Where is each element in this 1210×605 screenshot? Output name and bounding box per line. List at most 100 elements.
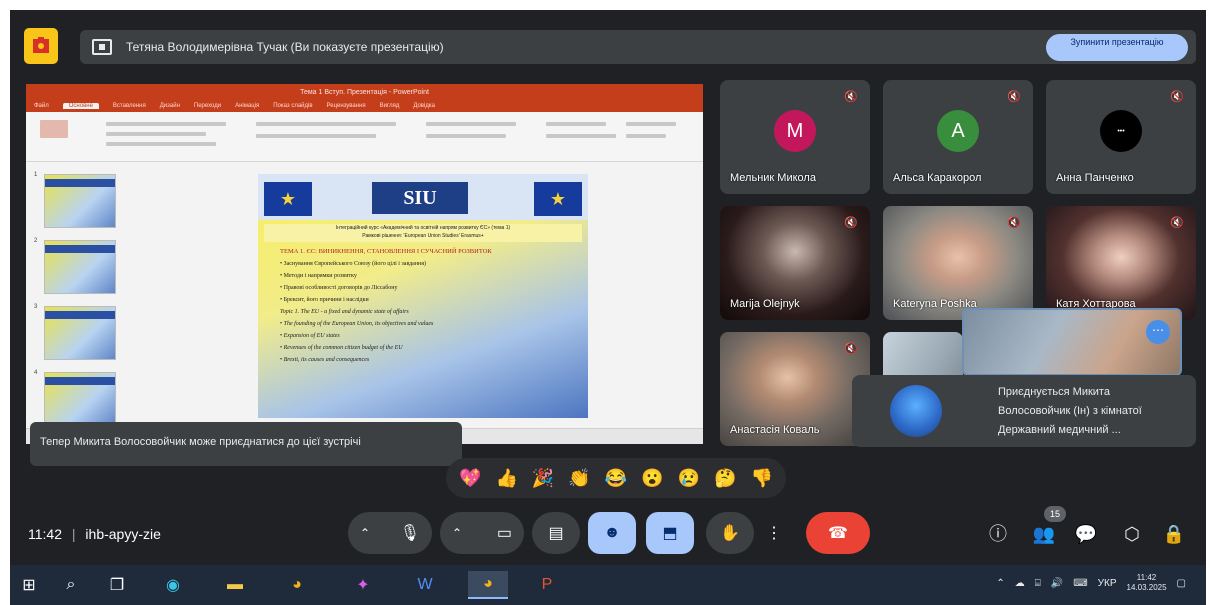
self-view-tile[interactable]: ⋯	[962, 308, 1182, 376]
microphone-control[interactable]: ⌃ 🎙	[348, 512, 432, 554]
party-reaction-icon[interactable]: 🎉	[530, 465, 556, 491]
emoji-button[interactable]: ☻	[588, 512, 636, 554]
copilot-icon[interactable]: ✦	[348, 571, 378, 599]
network-icon[interactable]: ⌸	[1035, 578, 1041, 589]
ppt-tab[interactable]: Рецензування	[327, 103, 366, 109]
search-icon[interactable]: ⌕	[56, 571, 86, 599]
info-icon[interactable]: ⓘ	[984, 520, 1012, 548]
microphone-icon[interactable]: 🎙	[400, 523, 420, 543]
surprised-reaction-icon[interactable]: 😮	[639, 465, 665, 491]
thinking-reaction-icon[interactable]: 🤔	[712, 465, 738, 491]
participant-name: Мельник Микола	[730, 172, 816, 184]
task-view-icon[interactable]: ❐	[102, 571, 132, 599]
ppt-ribbon-tabs: Файл Основне Вставлення Дизайн Переходи …	[26, 100, 703, 112]
avatar: M	[774, 110, 816, 152]
slide-bullet: Topic 1. The EU - a fixed and dynamic st…	[280, 309, 409, 315]
ppt-tab[interactable]: Файл	[34, 103, 49, 109]
more-options-button[interactable]: ⋮	[764, 512, 784, 554]
ppt-tab[interactable]: Вставлення	[113, 103, 146, 109]
powerpoint-icon[interactable]: P	[532, 571, 562, 599]
clock-time: 11:42	[1136, 573, 1157, 582]
clap-reaction-icon[interactable]: 👏	[567, 465, 593, 491]
slide-thumbnail[interactable]	[44, 240, 116, 294]
participant-tile[interactable]: 🔇 Катя Хоттарова	[1046, 206, 1196, 320]
leave-call-button[interactable]: ☎	[806, 512, 870, 554]
participant-tile[interactable]: 🔇 ••• Анна Панченко	[1046, 80, 1196, 194]
host-controls-icon[interactable]: 🔒	[1160, 520, 1188, 548]
stop-presenting-button[interactable]: Зупинити презентацію	[1046, 34, 1188, 61]
chat-icon[interactable]: 💬	[1072, 520, 1100, 548]
slide-bullet: • Expansion of EU states	[280, 333, 340, 339]
hand-icon: ✋	[720, 525, 740, 542]
participant-tile[interactable]: 🔇 Marija Olejnyk	[720, 206, 870, 320]
windows-start-icon[interactable]: ⊞	[14, 571, 44, 599]
slide-thumbnail[interactable]	[44, 306, 116, 360]
ppt-tab[interactable]: Довідка	[413, 103, 435, 109]
slide-bullet: • The founding of the European Union, it…	[280, 321, 434, 327]
ppt-tab[interactable]: Основне	[62, 103, 99, 109]
thumbs-down-reaction-icon[interactable]: 👎	[749, 465, 775, 491]
present-button[interactable]: ⬒	[646, 512, 694, 554]
chevron-up-icon[interactable]: ⌃	[452, 526, 462, 540]
mic-off-icon: 🔇	[1007, 91, 1021, 103]
slide-body: ТЕМА 1. ЄС: ВИНИКНЕННЯ, СТАНОВЛЕННЯ І СУ…	[280, 246, 570, 366]
slide-logo-row: ★ SIU ★	[258, 174, 588, 220]
participant-name: Marija Olejnyk	[730, 298, 800, 310]
raise-hand-button[interactable]: ✋	[706, 512, 754, 554]
meet-window: Тетяна Володимерівна Тучак (Ви показуєте…	[10, 10, 1206, 565]
notifications-icon[interactable]: ▢	[1177, 578, 1186, 589]
chevron-up-icon[interactable]: ⌃	[996, 578, 1004, 589]
laugh-reaction-icon[interactable]: 😂	[603, 465, 629, 491]
edge-icon[interactable]: ◉	[158, 571, 188, 599]
slide-bullet: • Brexit, its causes and consequences	[280, 357, 370, 363]
ppt-tab[interactable]: Показ слайдів	[273, 103, 312, 109]
slide-thumbnail[interactable]	[44, 372, 116, 426]
windows-taskbar: ⊞ ⌕ ❐ ◉ ▬ ◕ ✦ W ◕ P ⌃ ☁ ⌸ 🔊 ⌨ УКР 11:42 …	[10, 565, 1206, 605]
avatar	[890, 385, 942, 437]
slide-bullet: • Revenues of the common citizen budget …	[280, 345, 403, 351]
chrome-active-icon[interactable]: ◕	[468, 571, 508, 599]
chevron-up-icon[interactable]: ⌃	[360, 526, 370, 540]
ppt-tab[interactable]: Вигляд	[380, 103, 400, 109]
admit-toast: Тепер Микита Волосовойчик може приєднати…	[30, 422, 462, 466]
siu-logo: SIU	[372, 182, 468, 214]
avatar: A	[937, 110, 979, 152]
thumbs-up-reaction-icon[interactable]: 👍	[494, 465, 520, 491]
people-icon[interactable]: 👥	[1030, 520, 1058, 548]
onedrive-icon[interactable]: ☁	[1015, 578, 1025, 589]
eu-flag-icon: ★	[534, 182, 582, 216]
participant-tile[interactable]: 🔇 Анастасія Коваль	[720, 332, 870, 446]
file-explorer-icon[interactable]: ▬	[220, 571, 250, 599]
participant-tile[interactable]: 🔇 Kateryna Poshka	[883, 206, 1033, 320]
chrome-icon[interactable]: ◕	[282, 571, 312, 599]
ppt-tab[interactable]: Переходи	[194, 103, 221, 109]
clock[interactable]: 11:42 14.03.2025	[1127, 573, 1167, 593]
slide-number: 3	[34, 304, 38, 310]
sad-reaction-icon[interactable]: 😢	[676, 465, 702, 491]
more-options-icon[interactable]: ⋯	[1146, 320, 1170, 344]
volume-icon[interactable]: 🔊	[1051, 578, 1063, 589]
join-request-notification[interactable]: Приєднується Микита Волосовойчик (Ін) з …	[852, 375, 1196, 447]
activities-icon[interactable]: ⬡	[1118, 520, 1146, 548]
language-indicator[interactable]: УКР	[1098, 578, 1117, 589]
captions-icon: ▤	[548, 525, 564, 542]
word-icon[interactable]: W	[410, 571, 440, 599]
camera-icon[interactable]: ▭	[497, 523, 512, 543]
participant-tile[interactable]: 🔇 A Альса Каракорол	[883, 80, 1033, 194]
keyboard-icon[interactable]: ⌨	[1073, 578, 1087, 589]
camera-control[interactable]: ⌃ ▭	[440, 512, 524, 554]
slide-thumbnail[interactable]	[44, 174, 116, 228]
heart-reaction-icon[interactable]: 💖	[457, 465, 483, 491]
slide-topic-title: ТЕМА 1. ЄС: ВИНИКНЕННЯ, СТАНОВЛЕННЯ І СУ…	[280, 248, 492, 255]
ppt-ribbon	[26, 112, 703, 162]
ppt-tab[interactable]: Анімація	[235, 103, 259, 109]
clock-date: 14.03.2025	[1126, 583, 1167, 592]
meeting-info: 11:42 | ihb-apyy-zie	[28, 526, 161, 542]
slide-number: 2	[34, 238, 38, 244]
captions-button[interactable]: ▤	[532, 512, 580, 554]
participant-tile[interactable]: 🔇 M Мельник Микола	[720, 80, 870, 194]
ppt-tab[interactable]: Дизайн	[160, 103, 180, 109]
meeting-time: 11:42	[28, 526, 62, 542]
shared-screen: Тема 1 Вступ. Презентація - PowerPoint Ф…	[26, 84, 703, 444]
notification-line: Державний медичний ...	[998, 424, 1121, 436]
